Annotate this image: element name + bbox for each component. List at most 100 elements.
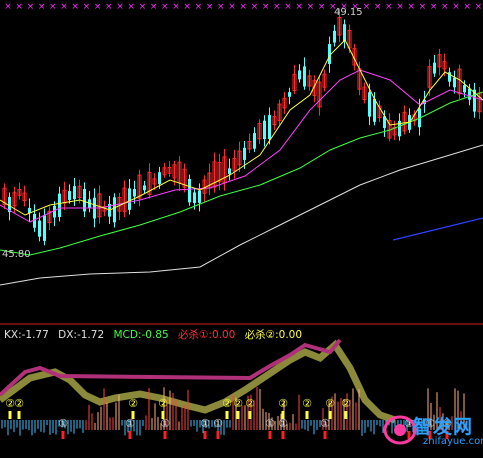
top-marker: × [116,2,124,12]
top-marker: × [139,2,147,12]
signal-two: ② [341,397,351,410]
ma-short-line [0,69,483,223]
candle-body [468,88,471,100]
signal-one: ① [125,417,135,430]
top-marker: × [71,2,79,12]
candle-body [143,185,146,191]
ma-long-line [0,144,483,286]
candle-body [193,192,196,204]
top-marker: × [83,2,91,12]
top-marker: × [183,2,191,12]
signal-two: ② [302,397,312,410]
candle-body [243,147,246,160]
top-marker: × [475,2,483,12]
candle-body [43,215,46,241]
stock-chart[interactable]: × × × × × × × × × × × × × × × × × × × × × × × × × × × × × × × × × × × × × × × ×… [0,0,483,454]
signal-one: ① [278,417,288,430]
top-marker: × [172,2,180,12]
candle-body [38,220,41,237]
top-marker: × [284,2,292,12]
signal-one-bar [61,431,65,439]
signal-one-bar [128,431,132,439]
top-marker: × [38,2,46,12]
signal-one-bar [203,431,207,439]
watermark-title: 智发网 [413,416,474,438]
bisha1-value: 必杀①:0.00 [178,329,236,341]
price-high-label: 49.15 [334,7,363,18]
candle-body [228,168,231,175]
signal-two: ② [158,397,168,410]
signal-two-bar [344,411,348,419]
signal-two: ② [128,397,138,410]
signal-one: ① [58,417,68,430]
candle-body [188,178,191,203]
top-marker: × [94,2,102,12]
candle-body [433,62,436,74]
candle-body [253,133,256,149]
top-marker: × [4,2,12,12]
candlestick-series [2,8,482,246]
price-low-label: 45.80 [2,249,31,260]
trend-line [392,217,483,241]
signal-two-bar [8,411,12,419]
top-marker: × [217,2,225,12]
signal-one-bar [268,431,272,439]
watermark-url: zhifayue.com [423,436,483,447]
top-marker: × [441,2,449,12]
candle-body [68,191,71,201]
top-marker: × [251,2,259,12]
top-marker: × [307,2,315,12]
watermark-logo: 智发网 zhifayue.com [383,410,483,452]
kline-chart-svg[interactable]: × × × × × × × × × × × × × × × × × × × × × × × × × × × × × × × × × × × × × × × ×… [0,0,483,454]
top-marker: × [463,2,471,12]
top-marker: × [430,2,438,12]
indicator-wave-top [0,338,342,397]
signal-two: ② [278,397,288,410]
candle-body [268,115,271,140]
top-marker: × [60,2,68,12]
top-marker: × [374,2,382,12]
top-marker-row: × × × × × × × × × × × × × × × × × × × × × × × × × × × × × × × × × × × × × × × ×… [4,2,482,12]
candle-body [343,24,346,42]
indicator-wave-band [0,339,397,424]
top-marker: × [15,2,23,12]
signal-one-bar [281,431,285,439]
candle-body [58,193,61,218]
candle-body [303,66,306,87]
signal-one: ① [213,417,223,430]
kx-value: KX:-1.77 [4,329,49,341]
candle-body [53,205,56,218]
signal-two-bar [305,411,309,419]
candle-body [333,30,336,43]
top-marker: × [27,2,35,12]
signal-two-bar [236,411,240,419]
signal-one-bar [216,431,220,439]
signal-two-bar [17,411,21,419]
top-marker: × [105,2,113,12]
top-marker: × [419,2,427,12]
top-marker: × [273,2,281,12]
candle-body [158,172,161,185]
candle-body [133,189,136,197]
candle-body [288,92,291,97]
indicator-readout: KX:-1.77 DX:-1.72 MCD:-0.85 必杀①:0.00 必杀②… [4,327,308,341]
dx-value: DX:-1.72 [58,329,105,341]
signal-two: ② [325,397,335,410]
signal-two: ② [14,397,24,410]
top-marker: × [396,2,404,12]
signal-two: ② [245,397,255,410]
top-marker: × [228,2,236,12]
top-marker: × [385,2,393,12]
top-marker: × [49,2,57,12]
top-marker: × [239,2,247,12]
signal-one: ① [160,417,170,430]
candle-body [73,186,76,200]
top-marker: × [195,2,203,12]
signal-one: ① [265,417,275,430]
top-marker: × [452,2,460,12]
candle-body [128,188,131,210]
signal-two: ② [222,397,232,410]
signal-two: ② [233,397,243,410]
top-marker: × [407,2,415,12]
signal-two-bar [225,411,229,419]
